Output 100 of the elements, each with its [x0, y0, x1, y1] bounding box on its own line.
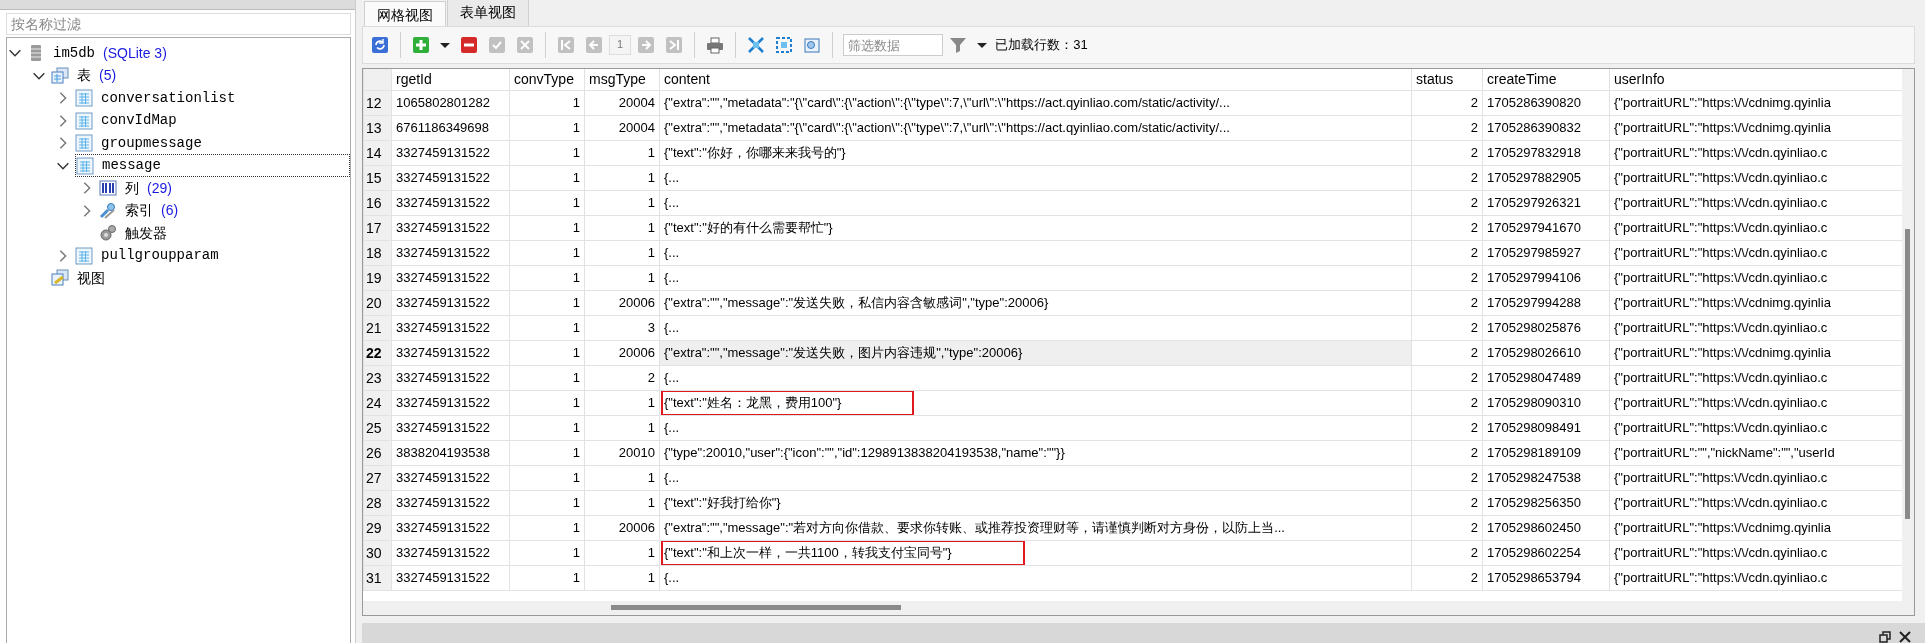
table-cell: {"extra":"","metadata":"{\"card\":{\"action\":{\"type\":7,\"url\":\"https://act.qyinliao.com/static/activity/...	[659, 90, 1412, 116]
horizontal-scrollbar[interactable]	[363, 601, 1902, 615]
tree-item[interactable]: im5db (SQLite 3)	[27, 42, 167, 64]
table-cell: 1	[509, 290, 585, 316]
row-number[interactable]: 16	[363, 190, 392, 216]
view-tab[interactable]: 网格视图	[364, 1, 446, 26]
table-cell: 3327459131522	[391, 465, 510, 491]
table-cell: 1	[584, 390, 660, 416]
table-cell: 3	[584, 315, 660, 341]
row-number[interactable]: 31	[363, 565, 392, 591]
row-number[interactable]: 19	[363, 265, 392, 291]
table-cell: {...	[659, 565, 1412, 591]
table-cell: 2	[1411, 465, 1483, 491]
row-number[interactable]: 25	[363, 415, 392, 441]
table-cell: 2	[1411, 440, 1483, 466]
table-cell: 3327459131522	[391, 365, 510, 391]
row-number[interactable]: 13	[363, 115, 392, 141]
table-cell: 1	[509, 190, 585, 216]
tree-item[interactable]: message	[75, 154, 350, 178]
tree-label: convIdMap	[101, 111, 177, 131]
scrollbar-thumb[interactable]	[1905, 229, 1910, 519]
table-cell: 1	[509, 315, 585, 341]
row-number[interactable]: 14	[363, 140, 392, 166]
row-number[interactable]: 29	[363, 515, 392, 541]
item-count: (SQLite 3)	[103, 43, 167, 63]
row-number[interactable]: 26	[363, 440, 392, 466]
tree-item[interactable]: pullgroupparam	[75, 245, 219, 267]
table-cell: 3327459131522	[391, 240, 510, 266]
table-cell: 1	[584, 215, 660, 241]
table-cell: 1	[509, 240, 585, 266]
tree-item[interactable]: 列 (29)	[99, 177, 172, 199]
table-cell: 3327459131522	[391, 265, 510, 291]
table-cell: 20004	[584, 115, 660, 141]
table-cell: {"extra":"","message":"若对方向你借款、要求你转账、或推荐投资理财等，请谨慎判断对方身份，以防上当...	[659, 515, 1412, 541]
column-header[interactable]: createTime	[1482, 69, 1610, 91]
row-number[interactable]: 20	[363, 290, 392, 316]
column-header[interactable]: rgetId	[391, 69, 510, 91]
table-cell: 2	[1411, 165, 1483, 191]
restore-icon[interactable]	[1879, 631, 1891, 643]
row-number[interactable]: 17	[363, 215, 392, 241]
row-number[interactable]: 12	[363, 90, 392, 116]
row-number[interactable]: 21	[363, 315, 392, 341]
row-number[interactable]: 24	[363, 390, 392, 416]
table-cell: {...	[659, 415, 1412, 441]
table-cell: 1	[509, 515, 585, 541]
row-number[interactable]: 15	[363, 165, 392, 191]
scrollbar-thumb[interactable]	[611, 605, 901, 610]
cancel-icon	[516, 36, 534, 54]
tree-label: 表	[77, 66, 91, 86]
close-icon[interactable]	[1899, 631, 1911, 643]
table-cell: 1	[584, 465, 660, 491]
table-cell: 3327459131522	[391, 165, 510, 191]
table-cell: 2	[1411, 90, 1483, 116]
table-cell: 2	[1411, 240, 1483, 266]
tree-item[interactable]: 表 (5)	[51, 65, 117, 87]
next-icon	[637, 36, 655, 54]
table-cell: 1705298090310	[1482, 390, 1610, 416]
row-number[interactable]: 27	[363, 465, 392, 491]
page-number-field[interactable]: 1	[609, 35, 631, 55]
table-cell: 1	[509, 215, 585, 241]
row-number[interactable]: 23	[363, 365, 392, 391]
row-number[interactable]: 18	[363, 240, 392, 266]
tree-label: message	[102, 156, 161, 176]
table-cell: 1	[509, 265, 585, 291]
table-icon	[75, 246, 93, 265]
printer-icon	[706, 36, 724, 54]
filter-field[interactable]: 按名称过滤	[6, 13, 351, 35]
item-count: (29)	[147, 178, 172, 198]
table-cell: {"text":"好的有什么需要帮忙"}	[659, 215, 1412, 241]
tree-item[interactable]: 索引 (6)	[99, 200, 179, 222]
table-cell: 1	[509, 115, 585, 141]
table-cell: 6761186349698	[391, 115, 510, 141]
filter-field[interactable]: 筛选数据	[843, 34, 944, 56]
table-cell: 2	[1411, 265, 1483, 291]
tree-item[interactable]: groupmessage	[75, 132, 202, 154]
tree-item[interactable]: conversationlist	[75, 87, 236, 109]
vertical-scrollbar[interactable]	[1902, 69, 1914, 615]
item-count: (6)	[161, 201, 179, 221]
expand-icon	[747, 36, 765, 54]
tree-item[interactable]: 视图	[51, 267, 105, 289]
table-cell: {...	[659, 240, 1412, 266]
row-number[interactable]: 28	[363, 490, 392, 516]
column-header[interactable]: content	[659, 69, 1412, 91]
column-header[interactable]: msgType	[584, 69, 660, 91]
table-cell: 2	[1411, 565, 1483, 591]
tree-item[interactable]: convIdMap	[75, 110, 177, 132]
table-cell: 2	[584, 365, 660, 391]
tree-item[interactable]: 触发器	[99, 222, 167, 244]
table-cell: 1	[584, 265, 660, 291]
column-header[interactable]: status	[1411, 69, 1483, 91]
table-cell: 2	[1411, 215, 1483, 241]
table-cell: 1705297882905	[1482, 165, 1610, 191]
column-header[interactable]: convType	[509, 69, 585, 91]
table-icon	[75, 134, 93, 153]
row-number[interactable]: 22	[363, 340, 392, 366]
row-number[interactable]: 30	[363, 540, 392, 566]
view-tab[interactable]: 表单视图	[447, 0, 529, 26]
table-cell: 3327459131522	[391, 315, 510, 341]
table-cell: {...	[659, 265, 1412, 291]
table-cell: {...	[659, 365, 1412, 391]
